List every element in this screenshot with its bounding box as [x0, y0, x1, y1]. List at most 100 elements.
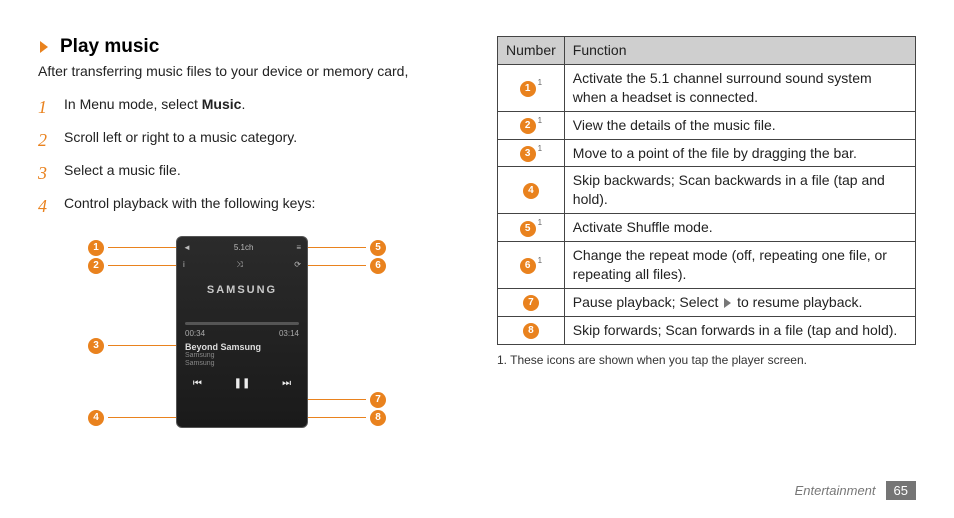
callout-6: 6 — [308, 258, 386, 274]
footnote: 1. These icons are shown when you tap th… — [497, 353, 916, 367]
surround-label: 5.1ch — [234, 243, 254, 252]
table-row: 7 Pause playback; Select to resume playb… — [498, 288, 916, 316]
play-icon — [724, 298, 731, 308]
step-item: 4 Control playback with the following ke… — [38, 190, 457, 223]
brand-text: SAMSUNG — [177, 274, 307, 296]
table-row: 51 Activate Shuffle mode. — [498, 214, 916, 242]
step-item: 3 Select a music file. — [38, 157, 457, 190]
function-table: Number Function 11 Activate the 5.1 chan… — [497, 36, 916, 345]
header-function: Function — [564, 37, 915, 65]
callout-line — [108, 417, 176, 418]
callout-badge: 7 — [370, 392, 386, 408]
header-number: Number — [498, 37, 565, 65]
table-row: 61 Change the repeat mode (off, repeatin… — [498, 242, 916, 289]
callout-line — [308, 399, 366, 400]
status-bar: ◄ 5.1ch ≡ — [177, 237, 307, 256]
time-row: 00:34 03:14 — [177, 329, 307, 338]
step-text: In Menu mode, select Music. — [64, 95, 245, 120]
callout-line — [308, 417, 366, 418]
pause-icon: ❚❚ — [234, 378, 251, 389]
table-row: 21 View the details of the music file. — [498, 111, 916, 139]
step-list: 1 In Menu mode, select Music. 2 Scroll l… — [38, 91, 457, 224]
total-time: 03:14 — [279, 329, 299, 338]
two-column-layout: Play music After transferring music file… — [38, 28, 916, 442]
track-title: Beyond Samsung — [185, 342, 299, 352]
progress-bar — [185, 322, 299, 325]
step-number: 1 — [38, 95, 54, 120]
callout-7: 7 — [308, 392, 386, 408]
number-cell: 51 — [498, 214, 565, 242]
page-number: 65 — [886, 481, 916, 500]
step-number: 4 — [38, 194, 54, 219]
number-cell: 8 — [498, 316, 565, 344]
callout-line — [108, 345, 176, 346]
callout-badge: 1 — [88, 240, 104, 256]
number-cell: 4 — [498, 167, 565, 214]
function-cell: View the details of the music file. — [564, 111, 915, 139]
function-cell: Skip forwards; Scan forwards in a file (… — [564, 316, 915, 344]
section-title: Play music — [60, 36, 159, 58]
track-album: Samsung — [185, 360, 299, 368]
left-column: Play music After transferring music file… — [38, 28, 457, 442]
step-text: Scroll left or right to a music category… — [64, 128, 297, 153]
function-cell: Move to a point of the file by dragging … — [564, 139, 915, 167]
back-icon: ◄ — [183, 243, 191, 252]
section-name: Entertainment — [795, 483, 876, 498]
repeat-icon: ⟳ — [294, 260, 301, 269]
table-row: 8 Skip forwards; Scan forwards in a file… — [498, 316, 916, 344]
track-artist: Samsung — [185, 352, 299, 360]
step-item: 2 Scroll left or right to a music catego… — [38, 124, 457, 157]
callout-badge: 2 — [88, 258, 104, 274]
callout-line — [308, 265, 366, 266]
number-cell: 11 — [498, 64, 565, 111]
callout-badge: 8 — [370, 410, 386, 426]
number-cell: 7 — [498, 288, 565, 316]
function-cell: Pause playback; Select to resume playbac… — [564, 288, 915, 316]
right-column: Number Function 11 Activate the 5.1 chan… — [497, 28, 916, 442]
function-cell: Skip backwards; Scan backwards in a file… — [564, 167, 915, 214]
player-diagram: ◄ 5.1ch ≡ i ⤨ ⟳ SAMSUNG 00:34 03:14 — [88, 232, 388, 442]
shuffle-icon: ⤨ — [236, 260, 242, 270]
callout-3: 3 — [88, 338, 176, 354]
callout-badge: 3 — [88, 338, 104, 354]
callout-4: 4 — [88, 410, 176, 426]
number-cell: 61 — [498, 242, 565, 289]
intro-text: After transferring music files to your d… — [38, 62, 457, 81]
step-number: 3 — [38, 161, 54, 186]
step-number: 2 — [38, 128, 54, 153]
player-screenshot: ◄ 5.1ch ≡ i ⤨ ⟳ SAMSUNG 00:34 03:14 — [176, 236, 308, 428]
number-cell: 21 — [498, 111, 565, 139]
callout-badge: 4 — [88, 410, 104, 426]
table-row: 31 Move to a point of the file by draggi… — [498, 139, 916, 167]
function-cell: Activate the 5.1 channel surround sound … — [564, 64, 915, 111]
list-icon: ≡ — [296, 243, 301, 252]
function-cell: Change the repeat mode (off, repeating o… — [564, 242, 915, 289]
callout-line — [308, 247, 366, 248]
section-heading: Play music — [38, 36, 457, 58]
icon-row: i ⤨ ⟳ — [177, 256, 307, 274]
next-icon: ⏭ — [282, 378, 291, 389]
manual-page: Play music After transferring music file… — [0, 0, 954, 518]
callout-badge: 6 — [370, 258, 386, 274]
table-row: 11 Activate the 5.1 channel surround sou… — [498, 64, 916, 111]
step-item: 1 In Menu mode, select Music. — [38, 91, 457, 124]
callout-1: 1 — [88, 240, 176, 256]
page-footer: Entertainment 65 — [795, 481, 916, 500]
info-icon: i — [183, 260, 185, 269]
elapsed-time: 00:34 — [185, 329, 205, 338]
table-row: 4 Skip backwards; Scan backwards in a fi… — [498, 167, 916, 214]
callout-line — [108, 265, 176, 266]
prev-icon: ⏮ — [193, 378, 202, 389]
track-info: Beyond Samsung Samsung Samsung — [177, 338, 307, 369]
number-cell: 31 — [498, 139, 565, 167]
step-text: Control playback with the following keys… — [64, 194, 315, 219]
callout-8: 8 — [308, 410, 386, 426]
function-cell: Activate Shuffle mode. — [564, 214, 915, 242]
callout-badge: 5 — [370, 240, 386, 256]
chevron-right-icon — [38, 39, 52, 55]
callout-line — [108, 247, 176, 248]
table-header-row: Number Function — [498, 37, 916, 65]
callout-5: 5 — [308, 240, 386, 256]
callout-2: 2 — [88, 258, 176, 274]
playback-controls: ⏮ ❚❚ ⏭ — [177, 374, 307, 392]
